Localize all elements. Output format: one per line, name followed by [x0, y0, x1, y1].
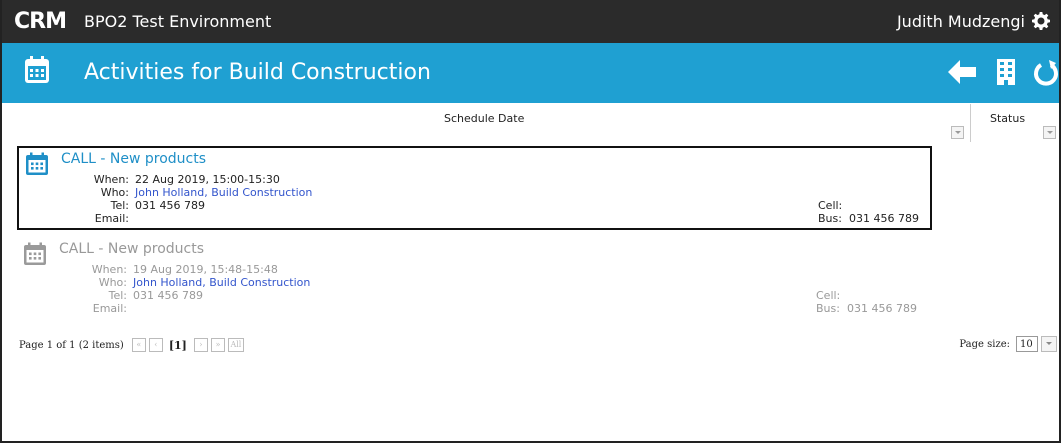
pager-current-page: [1]: [168, 338, 187, 352]
activity-cell: Cell:: [818, 199, 843, 212]
activity-who: Who: John Holland, Build Construction: [100, 186, 313, 199]
pager-last-button[interactable]: »: [210, 338, 225, 352]
pager-all-button[interactable]: All: [227, 338, 244, 352]
pager-prev-button[interactable]: ‹: [148, 338, 163, 352]
activity-tel: Tel: 031 456 789: [108, 289, 203, 302]
column-divider: [970, 104, 971, 142]
activity-when: When: 19 Aug 2019, 15:48-15:48: [91, 263, 278, 276]
activity-title-link[interactable]: CALL - New products: [59, 240, 204, 258]
column-header-status[interactable]: Status: [990, 112, 1025, 125]
status-filter-dropdown[interactable]: [1043, 126, 1056, 139]
refresh-icon[interactable]: [1032, 57, 1060, 87]
page-size-dropdown-button[interactable]: [1041, 336, 1057, 352]
activity-item[interactable]: CALL - New products When: 19 Aug 2019, 15…: [17, 238, 932, 322]
page-size-control: Page size: 10: [959, 336, 1057, 352]
environment-name: BPO2 Test Environment: [84, 12, 272, 31]
activity-who: Who: John Holland, Build Construction: [98, 276, 311, 289]
pager-next-button[interactable]: ›: [193, 338, 208, 352]
top-bar: CRM BPO2 Test Environment Judith Mudzeng…: [2, 0, 1059, 43]
building-icon[interactable]: [994, 57, 1018, 87]
pager-summary: Page 1 of 1 (2 items): [19, 339, 124, 351]
calendar-icon: [25, 56, 49, 83]
activity-tel: Tel: 031 456 789: [110, 199, 205, 212]
page-title: Activities for Build Construction: [84, 60, 431, 85]
activity-title-link[interactable]: CALL - New products: [61, 150, 206, 168]
page-size-select[interactable]: 10: [1016, 336, 1038, 352]
activity-bus: Bus: 031 456 789: [816, 302, 917, 315]
activity-bus: Bus: 031 456 789: [818, 212, 919, 225]
gear-icon[interactable]: [1029, 9, 1053, 33]
calendar-icon: [26, 152, 48, 175]
activity-email: Email:: [94, 212, 129, 225]
contact-link[interactable]: John Holland, Build Construction: [133, 276, 310, 289]
calendar-icon: [24, 242, 46, 265]
back-arrow-icon[interactable]: [946, 57, 978, 87]
activity-item[interactable]: CALL - New products When: 22 Aug 2019, 15…: [17, 146, 932, 230]
schedule-date-filter-dropdown[interactable]: [951, 126, 964, 139]
pager: Page 1 of 1 (2 items) « ‹ [1] › » All: [19, 338, 244, 352]
activity-cell: Cell:: [816, 289, 841, 302]
pager-first-button[interactable]: «: [131, 338, 146, 352]
activity-email: Email:: [92, 302, 127, 315]
user-name[interactable]: Judith Mudzengi: [897, 12, 1025, 32]
crm-logo: CRM: [14, 9, 67, 34]
activity-when: When: 22 Aug 2019, 15:00-15:30: [93, 173, 280, 186]
contact-link[interactable]: John Holland, Build Construction: [135, 186, 312, 199]
page-size-label: Page size:: [959, 338, 1010, 350]
page-header: Activities for Build Construction: [2, 43, 1059, 103]
column-header-schedule-date[interactable]: Schedule Date: [444, 112, 524, 125]
